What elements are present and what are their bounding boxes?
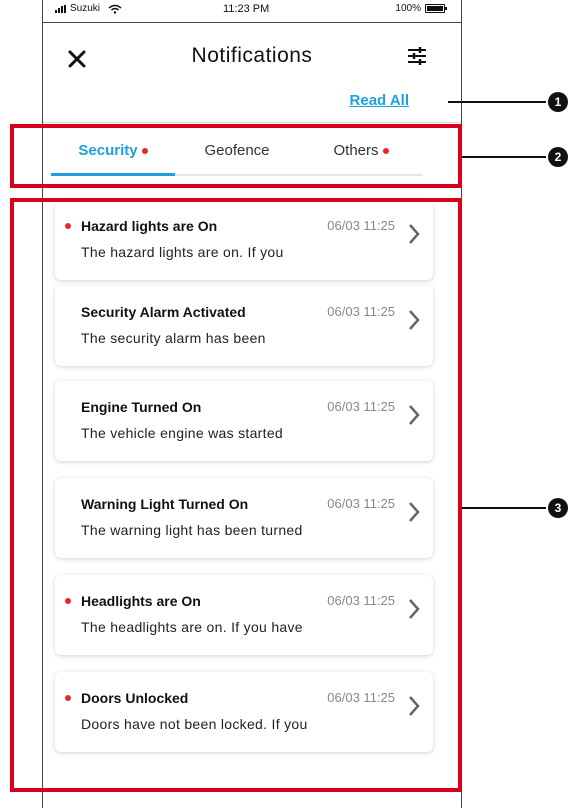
sliders-icon[interactable] — [407, 46, 427, 71]
carrier: Suzuki — [55, 3, 122, 14]
wifi-icon — [108, 4, 122, 14]
status-bar: Suzuki 11:23 PM 100% — [43, 0, 461, 23]
callout-badge: 2 — [548, 147, 568, 167]
battery: 100% — [395, 3, 447, 14]
callout-badge: 1 — [548, 92, 568, 112]
battery-percent: 100% — [395, 3, 421, 14]
divider — [43, 122, 461, 123]
header: Notifications — [43, 22, 461, 92]
page-title: Notifications — [191, 44, 313, 67]
callout-frame-list — [10, 198, 462, 792]
read-all-link[interactable]: Read All — [350, 92, 409, 109]
signal-icon — [55, 4, 66, 13]
carrier-name: Suzuki — [70, 3, 101, 14]
battery-icon — [425, 4, 447, 13]
callout-line — [462, 156, 546, 158]
callout-line — [462, 507, 546, 509]
callout-badge: 3 — [548, 498, 568, 518]
status-time: 11:23 PM — [223, 3, 270, 15]
callout-frame-tabs — [10, 124, 462, 188]
callout-line — [448, 101, 546, 103]
